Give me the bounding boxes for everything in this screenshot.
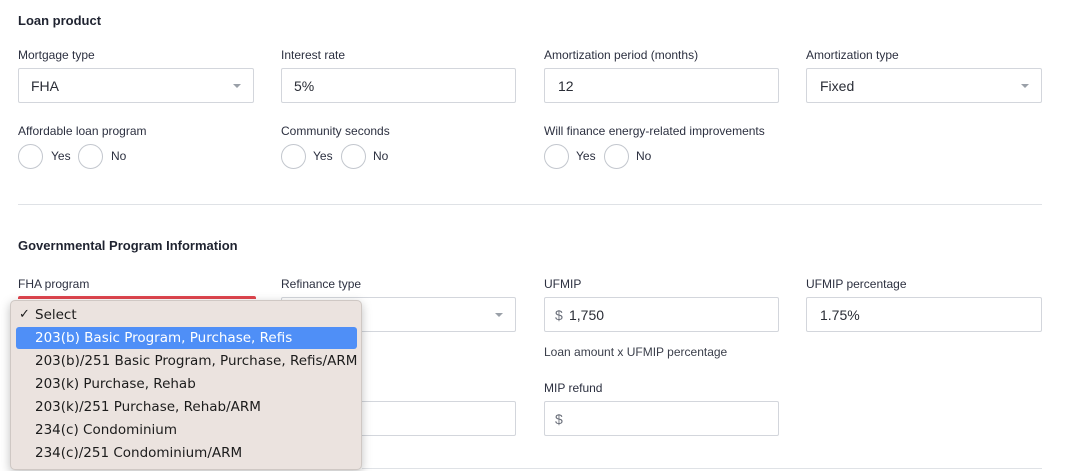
fha-option-234c-251[interactable]: 234(c)/251 Condominium/ARM — [16, 442, 357, 464]
loan-product-title: Loan product — [18, 13, 102, 28]
community-no-radio[interactable] — [341, 144, 366, 169]
amortization-period-value: 12 — [558, 78, 574, 94]
option-label: 234(c) Condominium — [35, 422, 178, 438]
fha-option-234c[interactable]: 234(c) Condominium — [16, 419, 357, 441]
fha-program-dropdown-menu[interactable]: ✓ Select 203(b) Basic Program, Purchase,… — [10, 300, 362, 470]
fha-option-203k[interactable]: 203(k) Purchase, Rehab — [16, 373, 357, 395]
amortization-period-input[interactable]: 12 — [544, 68, 779, 103]
mip-refund-input[interactable]: $ — [544, 401, 779, 436]
chevron-down-icon — [233, 84, 241, 88]
mortgage-type-select[interactable]: FHA — [18, 68, 254, 103]
ufmip-percentage-input[interactable]: 1.75% — [806, 297, 1042, 332]
affordable-no-radio[interactable] — [78, 144, 103, 169]
gov-program-title: Governmental Program Information — [18, 238, 238, 253]
community-seconds-label: Community seconds — [281, 124, 390, 138]
affordable-yes-radio[interactable] — [18, 144, 43, 169]
fha-option-203k-251[interactable]: 203(k)/251 Purchase, Rehab/ARM — [16, 396, 357, 418]
checkmark-icon: ✓ — [19, 307, 30, 322]
community-no-label: No — [373, 149, 389, 163]
ufmip-input[interactable]: $ 1,750 — [544, 297, 779, 332]
amortization-period-label: Amortization period (months) — [544, 48, 699, 62]
option-label: 203(k)/251 Purchase, Rehab/ARM — [35, 399, 261, 415]
option-label: 203(b)/251 Basic Program, Purchase, Refi… — [35, 353, 358, 369]
ufmip-hint: Loan amount x UFMIP percentage — [544, 345, 728, 359]
energy-no-label: No — [636, 149, 652, 163]
option-label: 234(c)/251 Condominium/ARM — [35, 445, 243, 461]
refinance-type-label: Refinance type — [281, 277, 362, 291]
affordable-no-label: No — [111, 149, 127, 163]
energy-improvements-label: Will finance energy-related improvements — [544, 124, 765, 138]
community-yes-label: Yes — [313, 149, 333, 163]
amortization-type-value: Fixed — [820, 78, 855, 94]
ufmip-label: UFMIP — [544, 277, 582, 291]
ufmip-percentage-value: 1.75% — [820, 307, 860, 323]
fha-option-select[interactable]: ✓ Select — [16, 304, 357, 326]
ufmip-value: 1,750 — [569, 307, 605, 323]
affordable-program-label: Affordable loan program — [18, 124, 147, 138]
interest-rate-value: 5% — [294, 78, 315, 94]
fha-option-203b[interactable]: 203(b) Basic Program, Purchase, Refis — [16, 327, 357, 349]
fha-program-select-error-border — [18, 296, 256, 299]
mip-refund-label: MIP refund — [544, 381, 603, 395]
interest-rate-input[interactable]: 5% — [281, 68, 516, 103]
amortization-type-select[interactable]: Fixed — [806, 68, 1042, 103]
chevron-down-icon — [495, 313, 503, 317]
interest-rate-label: Interest rate — [281, 48, 346, 62]
bottom-divider — [362, 468, 1042, 469]
fha-program-label: FHA program — [18, 277, 90, 291]
ufmip-percentage-label: UFMIP percentage — [806, 277, 907, 291]
option-label: 203(b) Basic Program, Purchase, Refis — [35, 330, 293, 346]
dollar-prefix: $ — [555, 411, 563, 427]
energy-no-radio[interactable] — [604, 144, 629, 169]
affordable-yes-label: Yes — [51, 149, 71, 163]
option-label: 203(k) Purchase, Rehab — [35, 376, 196, 392]
mortgage-type-label: Mortgage type — [18, 48, 95, 62]
community-yes-radio[interactable] — [281, 144, 306, 169]
amortization-type-label: Amortization type — [806, 48, 899, 62]
option-label: Select — [35, 307, 77, 323]
fha-option-203b-251[interactable]: 203(b)/251 Basic Program, Purchase, Refi… — [16, 350, 357, 372]
energy-yes-label: Yes — [576, 149, 596, 163]
energy-yes-radio[interactable] — [544, 144, 569, 169]
mortgage-type-value: FHA — [31, 78, 59, 94]
section-divider — [18, 204, 1042, 205]
dollar-prefix: $ — [555, 307, 563, 323]
chevron-down-icon — [1021, 84, 1029, 88]
